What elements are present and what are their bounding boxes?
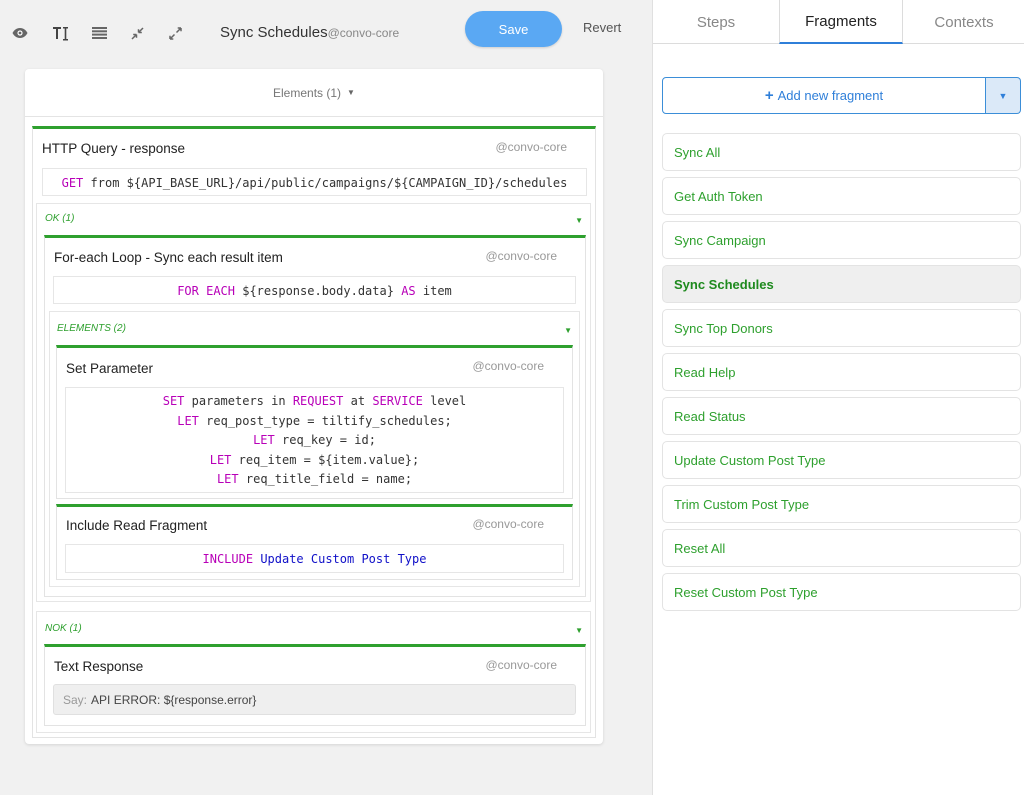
code-expression: ${response.body.data} [242,284,394,298]
element-owner: @convo-core [485,658,557,672]
code-keyword: LET [209,452,232,467]
include-fragment-code: INCLUDE Update Custom Post Type [65,544,564,573]
collapse-icon[interactable] [126,22,148,44]
fragment-item[interactable]: Get Auth Token [662,177,1021,215]
set-parameter-element[interactable]: Set Parameter @convo-core SET parameters… [56,345,573,499]
fragments-panel: Steps Fragments Contexts + Add new fragme… [652,0,1024,795]
ok-section-label: OK (1) [45,213,75,224]
tab-steps[interactable]: Steps [653,0,779,44]
caret-down-icon: ▼ [347,88,355,97]
code-assignment: req_key = id; [282,433,376,447]
fragment-list: Sync All Get Auth Token Sync Campaign Sy… [662,133,1021,617]
element-title: Include Read Fragment [66,518,208,533]
nok-section: NOK (1) ▼ Text Response @convo-core Say:… [36,611,591,733]
tab-contexts[interactable]: Contexts [903,0,1024,44]
editor-toolbar: Sync Schedules@convo-core Save Revert [0,0,652,66]
page-title: Sync Schedules@convo-core [220,24,399,41]
fragment-item[interactable]: Sync All [662,133,1021,171]
code-assignment: req_item = ${item.value}; [238,452,420,467]
fragment-item[interactable]: Trim Custom Post Type [662,485,1021,523]
add-fragment-label: Add new fragment [777,88,884,103]
element-title: Text Response [54,659,144,674]
code-assignment: req_title_field = name; [245,472,413,486]
fragment-item[interactable]: Sync Campaign [662,221,1021,259]
code-keyword: LET [216,472,239,486]
element-owner: @convo-core [485,249,557,263]
save-button[interactable]: Save [465,11,562,47]
for-each-loop-element[interactable]: For-each Loop - Sync each result item @c… [44,235,586,597]
say-content: API ERROR: ${response.error} [91,692,257,707]
code-text: from [90,176,120,190]
elements-section-label: ELEMENTS (2) [57,323,126,334]
fragment-item[interactable]: Reset Custom Post Type [662,573,1021,611]
ok-section: OK (1) ▼ For-each Loop - Sync each resul… [36,203,591,602]
editor-card: Elements (1) ▼ HTTP Query - response @con… [25,69,603,744]
say-label: Say: [63,692,88,707]
eye-icon[interactable] [9,22,31,44]
code-text: level [430,394,467,408]
http-query-code: GET from ${API_BASE_URL}/api/public/camp… [42,168,587,196]
element-owner: @convo-core [472,517,544,531]
code-text: parameters in [191,394,286,408]
section-toggle-icon[interactable]: ▼ [575,626,583,635]
code-keyword: SET [162,394,185,408]
fragment-owner: @convo-core [327,26,400,40]
fragment-item[interactable]: Reset All [662,529,1021,567]
element-title: Set Parameter [66,361,154,376]
elements-header-label: Elements (1) [273,85,342,100]
add-fragment-button[interactable]: + Add new fragment [662,77,986,114]
loop-elements-section: ELEMENTS (2) ▼ Set Parameter @convo-core… [49,311,580,587]
code-keyword: LET [253,433,275,447]
section-toggle-icon[interactable]: ▼ [564,326,572,335]
code-keyword: FOR EACH [177,284,235,298]
list-icon[interactable] [88,22,110,44]
elements-header[interactable]: Elements (1) ▼ [25,69,603,117]
text-icon[interactable] [49,22,71,44]
revert-button[interactable]: Revert [583,20,621,35]
set-parameter-code: SET parameters in REQUEST at SERVICE lev… [65,387,564,493]
code-keyword: GET [61,176,84,190]
element-title: For-each Loop - Sync each result item [54,250,283,265]
code-text: at [350,394,366,408]
code-keyword: LET [177,413,199,428]
fragment-item-active[interactable]: Sync Schedules [662,265,1021,303]
code-keyword: REQUEST [292,394,344,408]
tab-fragments[interactable]: Fragments [779,0,903,44]
fragment-name: Sync Schedules [220,24,328,41]
fragment-item[interactable]: Update Custom Post Type [662,441,1021,479]
panel-tabs: Steps Fragments Contexts [653,0,1024,44]
code-fragment-ref: Update Custom Post Type [260,552,427,566]
caret-down-icon: ▼ [998,90,1008,101]
element-title: HTTP Query - response [42,141,186,156]
fragment-item[interactable]: Sync Top Donors [662,309,1021,347]
code-keyword: SERVICE [372,394,423,408]
code-text: item [422,284,452,298]
add-fragment-dropdown-toggle[interactable]: ▼ [986,77,1021,114]
include-fragment-element[interactable]: Include Read Fragment @convo-core INCLUD… [56,504,573,580]
code-keyword: INCLUDE [202,552,254,566]
plus-icon: + [764,87,774,104]
section-toggle-icon[interactable]: ▼ [575,216,583,225]
add-fragment-group: + Add new fragment ▼ [662,77,1021,114]
element-owner: @convo-core [472,359,544,373]
nok-section-label: NOK (1) [45,623,82,634]
fragment-item[interactable]: Read Help [662,353,1021,391]
text-response-element[interactable]: Text Response @convo-core Say: API ERROR:… [44,644,586,726]
for-each-code: FOR EACH ${response.body.data} AS item [53,276,576,304]
expand-icon[interactable] [164,22,186,44]
fragment-item[interactable]: Read Status [662,397,1021,435]
say-text: Say: API ERROR: ${response.error} [53,684,576,715]
code-url: ${API_BASE_URL}/api/public/campaigns/${C… [126,176,568,190]
code-assignment: req_post_type = tiltify_schedules; [206,413,452,428]
http-query-element[interactable]: HTTP Query - response @convo-core GET fr… [32,126,596,738]
element-owner: @convo-core [495,140,567,154]
code-keyword: AS [401,284,416,298]
